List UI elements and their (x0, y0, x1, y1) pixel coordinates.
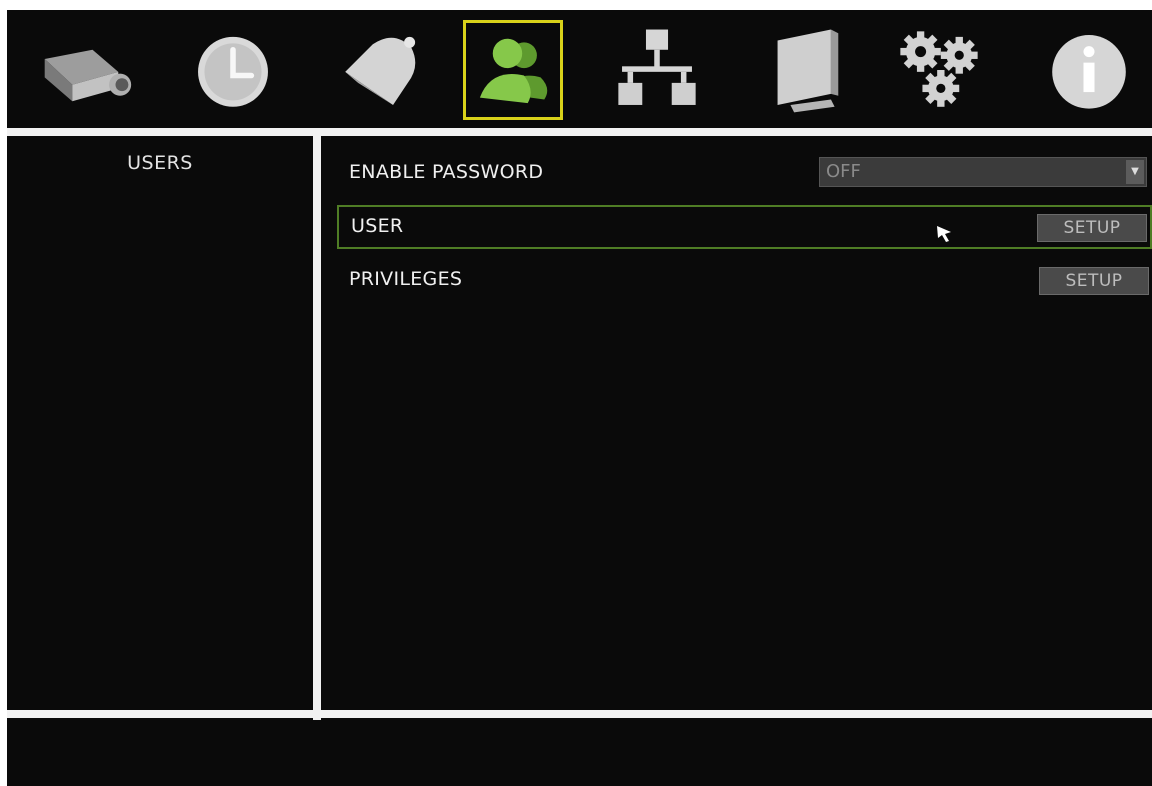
status-bar (7, 723, 1152, 786)
bell-icon[interactable] (332, 20, 432, 120)
enable-password-value: OFF (826, 161, 861, 182)
monitor-icon[interactable] (757, 20, 857, 120)
bottom-divider (7, 710, 1152, 718)
enable-password-label: ENABLE PASSWORD (349, 161, 544, 183)
clock-icon[interactable] (183, 20, 283, 120)
camera-icon[interactable] (37, 20, 137, 120)
vertical-divider (313, 134, 321, 720)
user-label: USER (351, 215, 404, 237)
dvr-menu-screen: USERS ENABLE PASSWORD OFF ▼ USER SETUP P… (7, 10, 1152, 786)
enable-password-dropdown[interactable]: OFF ▼ (819, 157, 1147, 187)
top-divider (7, 128, 1152, 136)
sidebar-title: USERS (127, 152, 193, 174)
network-icon[interactable] (607, 20, 707, 120)
mouse-cursor-icon (937, 226, 951, 242)
privileges-label: PRIVILEGES (349, 268, 463, 290)
enable-password-row[interactable]: ENABLE PASSWORD OFF ▼ (337, 153, 1152, 197)
privileges-setup-button[interactable]: SETUP (1039, 267, 1149, 295)
user-row[interactable]: USER SETUP (337, 205, 1152, 249)
privileges-row[interactable]: PRIVILEGES SETUP (337, 260, 1152, 304)
chevron-down-icon[interactable]: ▼ (1126, 160, 1144, 184)
user-setup-button[interactable]: SETUP (1037, 214, 1147, 242)
gears-icon[interactable] (889, 20, 989, 120)
info-icon[interactable] (1039, 20, 1139, 120)
users-icon[interactable] (463, 20, 563, 120)
